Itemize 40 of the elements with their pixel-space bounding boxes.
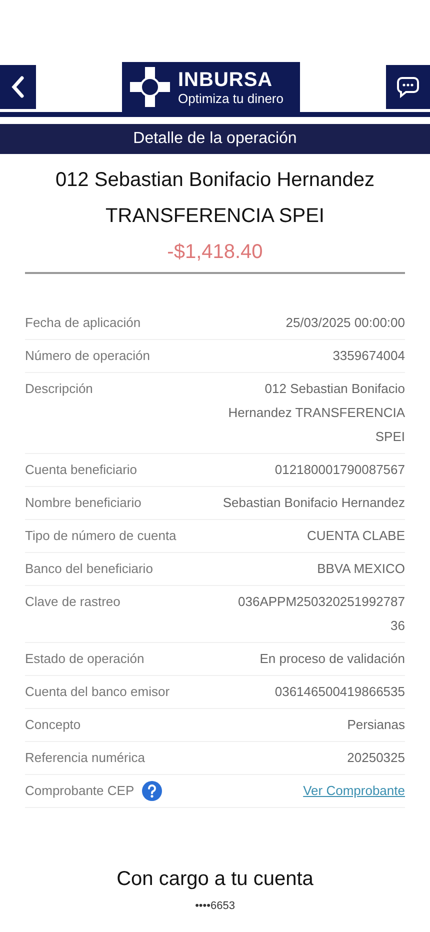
logo-emblem-icon (130, 67, 170, 107)
detail-value: 20250325 (347, 749, 405, 767)
account-number: ••••6653 (195, 899, 235, 914)
detail-value: 036APPM25032025199278736 (237, 593, 405, 635)
detail-label: Clave de rastreo (25, 593, 120, 611)
detail-label: Descripción (25, 380, 93, 398)
view-receipt-link[interactable]: Ver Comprobante (303, 779, 405, 803)
logo-tagline: Optimiza tu dinero (178, 92, 284, 104)
detail-value: CUENTA CLABE (306, 527, 405, 545)
detail-label: Comprobante CEP (25, 782, 134, 800)
chat-icon (396, 75, 420, 99)
detail-value: 012 Sebastian Bonifacio Hernandez TRANSFERENCIA SPEI (227, 380, 405, 446)
back-icon (11, 76, 25, 98)
detail-label: Cuenta beneficiario (25, 461, 138, 479)
detail-value: 25/03/2025 00:00:00 (286, 314, 405, 332)
detail-value: En proceso de validación (260, 650, 405, 668)
logo-text: INBURSA (178, 70, 274, 90)
detail-label: Banco del beneficiario (25, 560, 153, 578)
charge-caption: Con cargo a tu cuenta (116, 867, 314, 892)
detail-value: 3359674004 (332, 347, 405, 365)
detail-label: Concepto (25, 716, 81, 734)
detail-value: Persianas (347, 716, 405, 734)
detail-value: 036146500419866535 (274, 683, 405, 701)
detail-label: Referencia numérica (25, 749, 145, 767)
back-button[interactable] (0, 65, 36, 109)
transaction-amount: -$1,418.40 (167, 240, 263, 265)
detail-label: Fecha de aplicación (25, 314, 141, 332)
transaction-description: 012 Sebastian Bonifacio Hernandez (55, 168, 375, 193)
screen-title: Detalle de la operación (133, 129, 297, 149)
detail-label: Nombre beneficiario (25, 494, 142, 512)
detail-label: Número de operación (25, 347, 150, 365)
detail-label: Cuenta del banco emisor (25, 683, 170, 701)
detail-label: Tipo de número de cuenta (25, 527, 176, 545)
detail-value: Sebastian Bonifacio Hernandez (222, 494, 405, 512)
chat-button[interactable] (386, 65, 430, 109)
detail-label: Estado de operación (25, 650, 144, 668)
detail-value: BBVA MEXICO (317, 560, 405, 578)
help-icon[interactable] (142, 781, 162, 801)
detail-value: 012180001790087567 (274, 461, 405, 479)
transaction-type: TRANSFERENCIA SPEI (106, 204, 324, 229)
